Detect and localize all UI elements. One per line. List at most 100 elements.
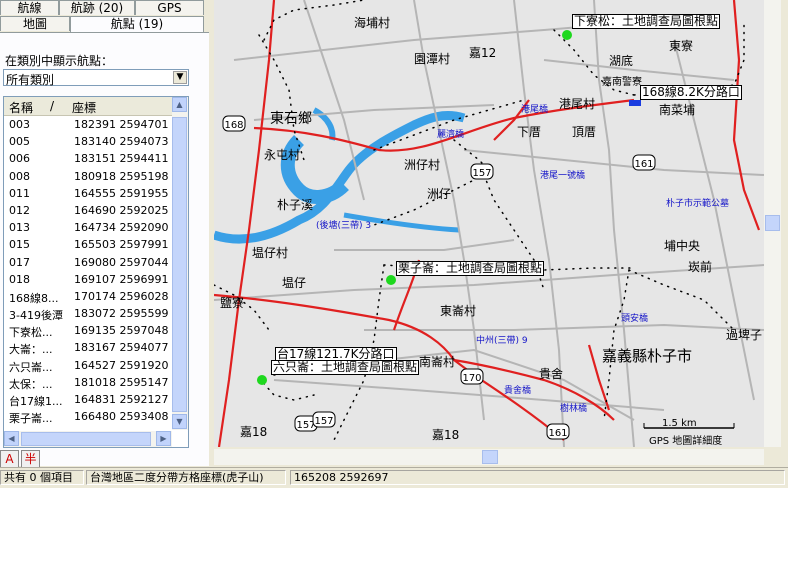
bridge-label: 朴子市示範公墓	[666, 199, 730, 209]
place-label: 過埤子	[726, 328, 763, 342]
road-shield-icon: 161	[546, 423, 570, 440]
table-row[interactable]: 017 169080 2597044	[4, 254, 174, 271]
waypoint-coord: 164831 2592127	[74, 393, 169, 406]
table-row[interactable]: 下寮松... 169135 2597048	[4, 322, 174, 339]
waypoint-marker	[562, 30, 572, 40]
place-label: 塭仔	[282, 276, 307, 290]
table-row[interactable]: 008 180918 2595198	[4, 168, 174, 185]
place-label: 湖底	[609, 54, 634, 68]
waypoint-coord: 182391 2594701	[74, 118, 169, 131]
bridge-label: 樹林橋	[560, 404, 588, 414]
waypoint-label[interactable]: 下寮松：土地調查局圖根點	[572, 14, 721, 29]
map-drawing: 157168161157170161157	[214, 0, 764, 447]
waypoint-name: 六只崙...	[9, 360, 53, 374]
waypoint-list[interactable]: 名稱 / 座標 003 182391 2594701 005 183140 25940…	[3, 96, 189, 448]
waypoint-coord: 183072 2595599	[74, 307, 169, 321]
waypoint-name: 下寮松...	[9, 326, 53, 340]
table-row[interactable]: 3-419後潭 183072 2595599	[4, 305, 174, 322]
tab-tracks[interactable]: 航跡 (20)	[59, 0, 135, 15]
bridge-label: 頭安橋	[621, 314, 649, 324]
map-vertical-scrollbar[interactable]	[764, 0, 781, 447]
waypoint-coord: 169107 2596991	[74, 272, 169, 286]
table-row[interactable]: 栗子崙... 166480 2593408	[4, 408, 174, 425]
status-item-count: 共有 0 個項目	[0, 470, 84, 485]
waypoint-name: 大崙：...	[9, 343, 53, 357]
waypoint-marker	[257, 375, 267, 385]
scroll-up-icon[interactable]: ▲	[172, 97, 187, 112]
map-vscroll-thumb[interactable]	[765, 215, 780, 231]
table-row[interactable]: 012 164690 2592025	[4, 202, 174, 219]
table-row[interactable]: 六只崙... 164527 2591920	[4, 357, 174, 374]
waypoint-coord: 169080 2597044	[74, 255, 169, 269]
table-row[interactable]: 太保：... 181018 2595147	[4, 374, 174, 391]
road-shield-label: 161	[548, 428, 567, 439]
waypoint-coord: 180918 2595198	[74, 169, 169, 183]
table-row[interactable]: 168線8... 170174 2596028	[4, 288, 174, 305]
table-row[interactable]: 台17線1... 164831 2592127	[4, 391, 174, 408]
bridge-label: 港尾一號橋	[540, 171, 586, 181]
waypoint-coord: 183167 2594077	[74, 341, 169, 355]
status-coords: 165208 2592697	[290, 470, 785, 485]
tab-routes[interactable]: 航線	[0, 0, 59, 15]
road-shield-icon: 161	[632, 154, 656, 171]
place-label: 南菜埔	[659, 103, 696, 117]
waypoint-name: 006	[9, 152, 30, 166]
waypoint-name: 台17線1...	[9, 395, 63, 408]
bridge-label: 港尾橋	[521, 105, 549, 115]
waypoint-name: 017	[9, 255, 30, 269]
road-shield-icon: 170	[460, 368, 484, 385]
app-window: 航線 航跡 (20) GPS 地圖 航點 (19) 在類別中顯示航點： 所有類別…	[0, 0, 788, 488]
scroll-right-icon[interactable]: ▶	[156, 431, 171, 446]
map-hscroll-thumb[interactable]	[482, 450, 498, 464]
waypoint-label[interactable]: 168線8.2K分路口	[640, 85, 742, 100]
scroll-left-icon[interactable]: ◀	[4, 431, 19, 446]
road-shield-icon: 157	[470, 163, 494, 180]
table-row[interactable]: 003 182391 2594701	[4, 116, 174, 133]
waypoint-coord: 181018 2595147	[74, 375, 169, 389]
waypoint-coord: 165503 2597991	[74, 238, 169, 252]
category-select[interactable]: 所有類別 ▼	[3, 69, 189, 87]
place-label: 南崙村	[419, 355, 456, 369]
table-row[interactable]: 018 169107 2596991	[4, 271, 174, 288]
place-label: 東崙村	[440, 304, 477, 318]
table-row[interactable]: 013 164734 2592090	[4, 219, 174, 236]
place-label: 貴舍	[539, 367, 564, 381]
map-horizontal-scrollbar[interactable]	[214, 449, 764, 465]
list-horizontal-scrollbar[interactable]: ◀ ▶	[4, 431, 172, 447]
table-row[interactable]: 006 183151 2594411	[4, 150, 174, 167]
road-shield-icon: 168	[222, 115, 246, 132]
tab-gps[interactable]: GPS	[135, 0, 204, 15]
scroll-down-icon[interactable]: ▼	[172, 414, 187, 429]
road-shield-label: 170	[462, 373, 481, 384]
waypoint-label[interactable]: 六只崙：土地調查局圖根點	[271, 360, 420, 375]
chevron-down-icon[interactable]: ▼	[173, 71, 187, 84]
map-view[interactable]: 157 168 161 157 170 161 157 海埔村 園潭村 嘉12 湖底 東寮 …	[214, 0, 764, 447]
column-coord[interactable]: 座標	[72, 99, 96, 116]
table-row[interactable]: 大崙：... 183167 2594077	[4, 339, 174, 356]
list-hscroll-thumb[interactable]	[21, 432, 151, 446]
list-vertical-scrollbar[interactable]: ▲ ▼	[172, 97, 188, 430]
waypoint-coord: 166480 2593408	[74, 410, 169, 424]
waypoint-rows: 003 182391 2594701 005 183140 2594073 006 183…	[4, 116, 174, 425]
list-scroll-thumb[interactable]	[172, 117, 187, 412]
waypoint-name: 015	[9, 238, 30, 252]
bridge-label: (後塘(三帶) 3	[316, 221, 372, 231]
table-row[interactable]: 011 164555 2591955	[4, 185, 174, 202]
place-label: 頂厝	[572, 125, 597, 139]
waypoint-coord: 170174 2596028	[74, 289, 169, 303]
bridge-label: 貴舍橋	[504, 386, 532, 396]
road-shield-icon: 157	[312, 411, 336, 428]
waypoint-label[interactable]: 栗子崙：土地調查局圖根點	[396, 261, 545, 276]
table-row[interactable]: 005 183140 2594073	[4, 133, 174, 150]
waypoint-coord: 164734 2592090	[74, 221, 169, 235]
tab-map[interactable]: 地圖	[0, 16, 70, 31]
place-label: 塭仔村	[252, 246, 289, 260]
waypoint-coord: 183151 2594411	[74, 152, 169, 166]
place-label: 朴子溪	[277, 198, 314, 212]
table-row[interactable]: 015 165503 2597991	[4, 236, 174, 253]
tab-waypoints[interactable]: 航點 (19)	[70, 16, 204, 33]
waypoint-name: 太保：...	[9, 377, 53, 391]
place-label: 洲仔村	[404, 158, 441, 172]
junction-marker	[629, 100, 641, 106]
column-name[interactable]: 名稱	[9, 99, 33, 116]
